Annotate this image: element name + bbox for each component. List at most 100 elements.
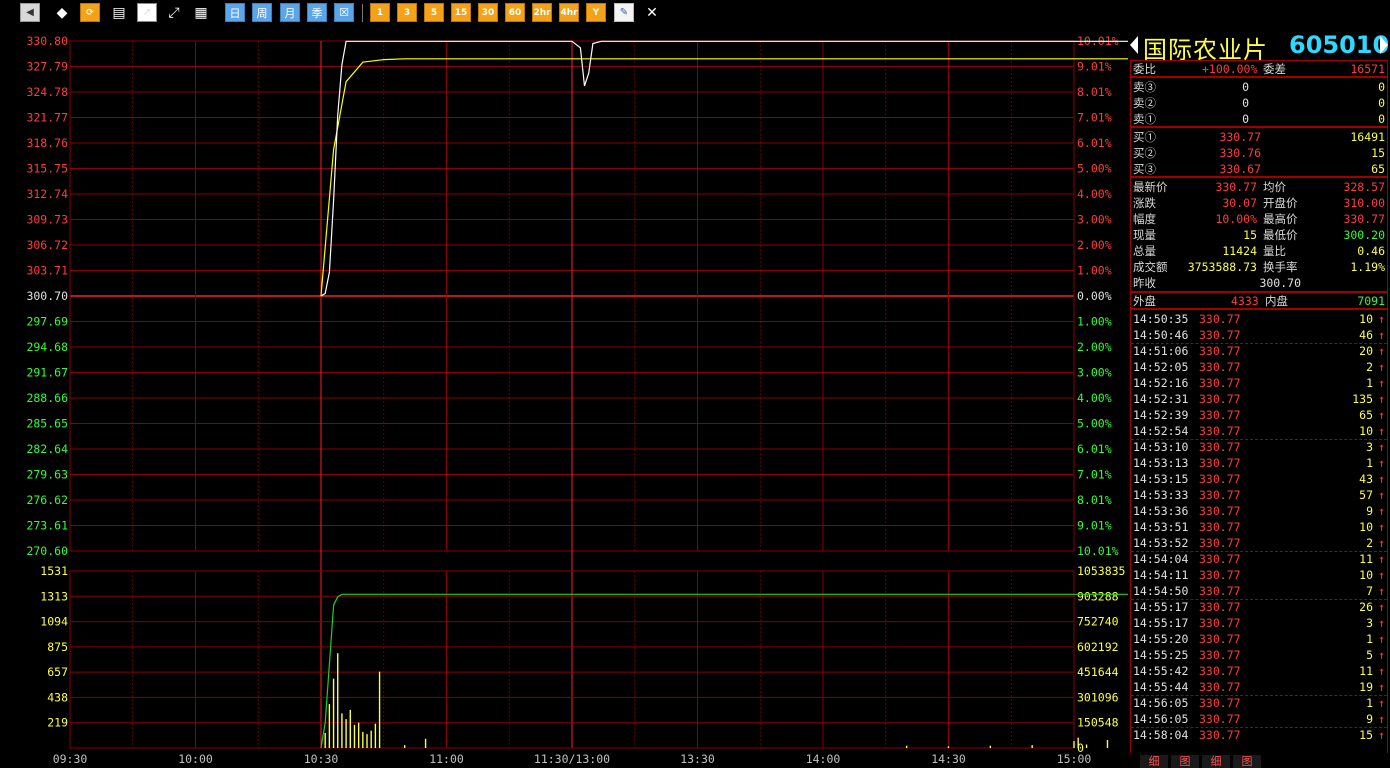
bottom-tab[interactable]: 图 [1233, 755, 1261, 768]
stat-label: 总量 [1133, 244, 1156, 258]
min60-button[interactable]: 60 [505, 3, 525, 22]
tick-price: 330.77 [1199, 376, 1241, 390]
stat-row: 最新价 330.77 均价 328.57 [1131, 179, 1387, 195]
table-icon[interactable]: ▦ [191, 3, 211, 22]
sell-price: 0 [1242, 80, 1249, 94]
tick-time: 14:55:42 [1133, 664, 1189, 678]
tick-row: 14:52:54 330.77 10 ↑ [1131, 423, 1387, 439]
stat-label: 开盘价 [1263, 196, 1298, 210]
tick-row: 14:52:31 330.77 135 ↑ [1131, 391, 1387, 407]
tick-row: 14:56:05 330.77 9 ↑ [1131, 711, 1387, 727]
min1-button[interactable]: 1 [370, 3, 390, 22]
tick-volume: 9 [1366, 712, 1373, 726]
tick-volume: 57 [1359, 488, 1373, 502]
weibi-box: 委比 +100.00% 委差 16571 [1130, 60, 1388, 77]
quarter-button[interactable]: 季 [307, 3, 327, 22]
tick-row: 14:50:35 330.77 10 ↑ [1131, 311, 1387, 327]
month-button[interactable]: 月 [280, 3, 300, 22]
pct-axis-label: 0.00% [1077, 289, 1112, 303]
tick-up-arrow-icon: ↑ [1378, 680, 1385, 694]
tick-up-arrow-icon: ↑ [1378, 536, 1385, 550]
tick-volume: 15 [1359, 728, 1373, 742]
stat-value: 1.19% [1350, 260, 1385, 274]
tick-row: 14:52:16 330.77 1 ↑ [1131, 375, 1387, 391]
tick-row: 14:55:25 330.77 5 ↑ [1131, 647, 1387, 663]
stat-value: 328.57 [1343, 180, 1385, 194]
week-button[interactable]: 周 [252, 3, 272, 22]
sell-row: 卖① 0 0 [1131, 111, 1387, 127]
tick-row: 14:53:10 330.77 3 ↑ [1131, 439, 1387, 455]
price-axis-label: 282.64 [26, 442, 68, 456]
intraday-chart[interactable]: 330.80 10.01% 327.79 9.01% 324.78 8.01% 321.77… [0, 26, 1128, 768]
refresh-icon[interactable]: ⟳ [80, 3, 100, 22]
draw-icon[interactable]: ✎ [614, 3, 634, 22]
weibi-label: 委比 [1133, 62, 1156, 76]
buy-price: 330.76 [1219, 146, 1261, 160]
pct-axis-label: 3.00% [1077, 366, 1112, 380]
min5-button[interactable]: 5 [424, 3, 444, 22]
kline-icon[interactable]: ⤢ [164, 3, 184, 22]
sell-volume: 0 [1378, 112, 1385, 126]
price-axis-label: 273.61 [26, 519, 68, 533]
tick-volume: 2 [1366, 536, 1373, 550]
stats-box: 最新价 330.77 均价 328.57 涨跌 30.07 开盘价 310.00 幅度 10.00… [1130, 177, 1388, 292]
time-axis-label: 14:00 [806, 752, 841, 766]
pct-axis-label: 8.01% [1077, 85, 1112, 99]
pct-axis-label: 2.00% [1077, 238, 1112, 252]
tick-up-arrow-icon: ↑ [1378, 488, 1385, 502]
back-icon[interactable]: ◀ [20, 3, 40, 22]
tick-price: 330.77 [1199, 600, 1241, 614]
tick-up-arrow-icon: ↑ [1378, 552, 1385, 566]
hr4-button[interactable]: 4hr [559, 3, 579, 22]
buy-box: 买① 330.77 16491 买② 330.76 15 买③ 330.67 65 [1130, 127, 1388, 177]
tick-list[interactable]: 14:50:35 330.77 10 ↑ 14:50:46 330.77 46 ↑ 14:51:… [1130, 309, 1388, 753]
tick-price: 330.77 [1199, 504, 1241, 518]
stat-label: 量比 [1263, 244, 1286, 258]
min30-button[interactable]: 30 [478, 3, 498, 22]
tick-row: 14:55:44 330.77 19 ↑ [1131, 679, 1387, 695]
tick-volume: 10 [1359, 568, 1373, 582]
bottom-tab[interactable]: 细 [1202, 755, 1230, 768]
weicha-label: 委差 [1263, 62, 1286, 76]
timeshare-icon[interactable]: ↗ [137, 3, 157, 22]
tick-price: 330.77 [1199, 632, 1241, 646]
tick-up-arrow-icon: ↑ [1378, 312, 1385, 326]
pct-axis-label: 9.01% [1077, 60, 1112, 74]
tick-row: 14:53:36 330.77 9 ↑ [1131, 503, 1387, 519]
hr2-button[interactable]: 2hr [532, 3, 552, 22]
pct-axis-label: 9.01% [1077, 519, 1112, 533]
tick-time: 14:56:05 [1133, 712, 1189, 726]
cube-icon[interactable]: ◆ [52, 3, 72, 22]
cum-volume-axis-label: 602192 [1077, 640, 1119, 654]
min15-button[interactable]: 15 [451, 3, 471, 22]
year-k-button[interactable]: Y [586, 3, 606, 22]
buy-row: 买② 330.76 15 [1131, 145, 1387, 161]
prev-stock-icon[interactable] [1130, 36, 1138, 54]
next-stock-icon[interactable] [1380, 36, 1388, 54]
year-button[interactable]: ☒ [334, 3, 354, 22]
price-axis-label: 318.76 [26, 136, 68, 150]
price-axis-label: 321.77 [26, 111, 68, 125]
day-button[interactable]: 日 [225, 3, 245, 22]
tick-time: 14:53:52 [1133, 536, 1189, 550]
quote-panel: 国际农业片 605010 委比 +100.00% 委差 16571 卖③ 0 0 卖②… [1128, 26, 1390, 768]
stat-label: 成交额 [1133, 260, 1168, 274]
bottom-tab[interactable]: 细 [1140, 755, 1168, 768]
sell-price: 0 [1242, 96, 1249, 110]
tools-icon[interactable]: ✕ [642, 3, 662, 22]
tick-up-arrow-icon: ↑ [1378, 520, 1385, 534]
buy-volume: 16491 [1350, 130, 1385, 144]
prev-close-value: 300.70 [1259, 276, 1301, 290]
volume-axis-label: 1094 [40, 615, 68, 629]
min3-button[interactable]: 3 [397, 3, 417, 22]
cum-volume-axis-label: 903288 [1077, 589, 1119, 603]
tick-price: 330.77 [1199, 520, 1241, 534]
buy-row: 买③ 330.67 65 [1131, 161, 1387, 177]
tick-volume: 135 [1352, 392, 1373, 406]
tick-volume: 11 [1359, 664, 1373, 678]
clipboard-icon[interactable]: ▤ [109, 3, 129, 22]
tick-price: 330.77 [1199, 696, 1241, 710]
tick-up-arrow-icon: ↑ [1378, 712, 1385, 726]
bottom-tab[interactable]: 图 [1171, 755, 1199, 768]
tick-minute-divider [1131, 599, 1387, 600]
